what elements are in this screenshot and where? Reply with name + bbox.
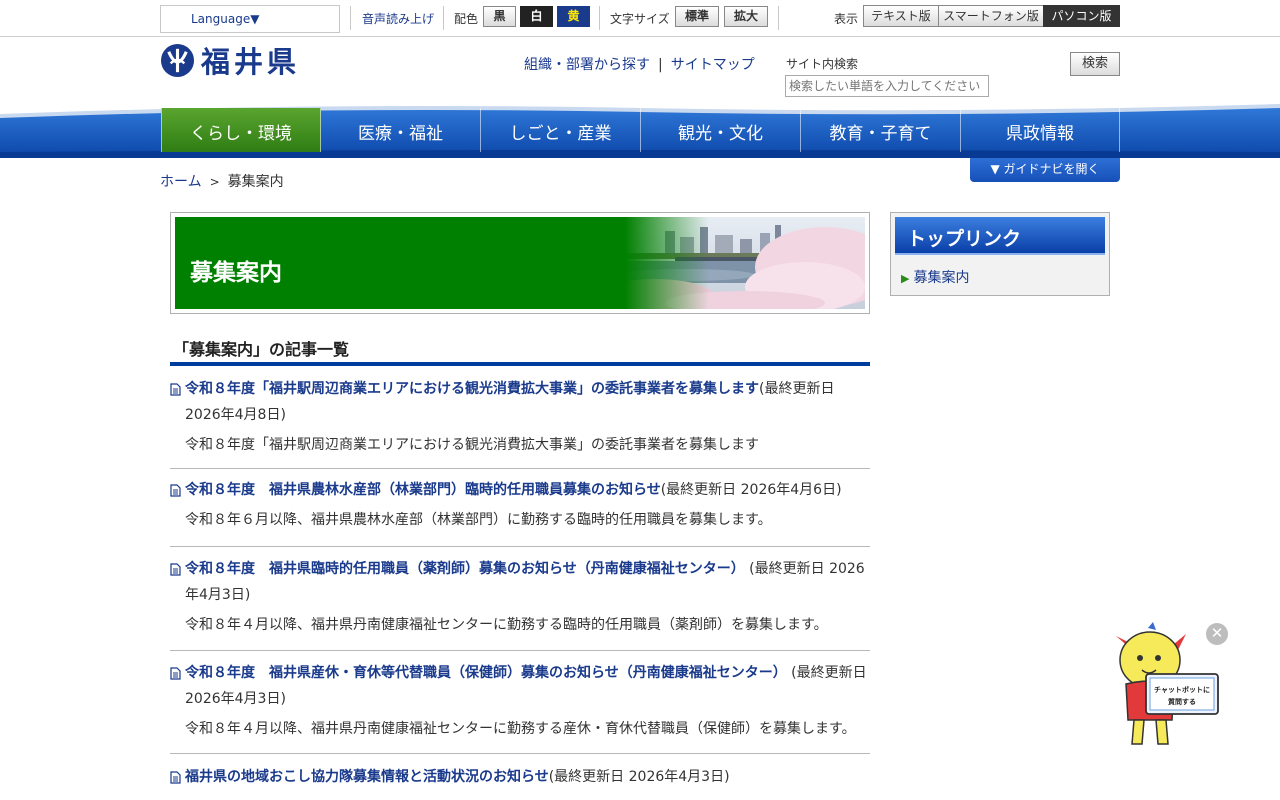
- list-item: 令和８年度 福井県臨時的任用職員（薬剤師）募集のお知らせ（丹南健康福祉センター）…: [170, 556, 870, 651]
- article-description: 令和８年４月以降、福井県丹南健康福祉センターに勤務する産休・育休代替職員（保健師…: [185, 721, 856, 737]
- article-updated-date: (最終更新日 2026年4月6日): [660, 482, 842, 498]
- text-to-speech-link[interactable]: 音声読み上げ: [362, 10, 434, 27]
- document-icon: [170, 667, 181, 680]
- article-description: 令和８年６月以降、福井県農林水産部（林業部門）に勤務する臨時的任用職員を募集しま…: [185, 512, 772, 528]
- document-icon: [170, 484, 181, 497]
- divider: [778, 6, 779, 30]
- link-separator: |: [658, 57, 663, 73]
- riverside-cherry-blossom-photo: [625, 217, 865, 309]
- article-link[interactable]: 令和８年度 福井県農林水産部（林業部門）臨時的任用職員募集のお知らせ: [185, 482, 661, 498]
- sitemap-link[interactable]: サイトマップ: [671, 57, 755, 73]
- triangle-right-icon: ▶: [901, 272, 910, 285]
- site-logo[interactable]: 福井県: [160, 42, 301, 79]
- color-yellow-button[interactable]: 黄: [557, 6, 590, 27]
- article-list-heading: 「募集案内」の記事一覧: [170, 336, 870, 366]
- list-item: 令和８年度 福井県農林水産部（林業部門）臨時的任用職員募集のお知らせ(最終更新日…: [170, 477, 870, 547]
- search-button[interactable]: 検索: [1070, 52, 1120, 76]
- color-scheme-label: 配色: [454, 12, 479, 26]
- color-white-button[interactable]: 白: [520, 6, 553, 27]
- list-item: 令和８年度 福井県産休・育休等代替職員（保健師）募集のお知らせ（丹南健康福祉セン…: [170, 660, 870, 754]
- breadcrumb-current: 募集案内: [227, 174, 284, 190]
- nav-kensei-joho[interactable]: 県政情報: [961, 108, 1120, 152]
- chatbot-close-icon[interactable]: ✕: [1206, 623, 1228, 645]
- font-size-standard-button[interactable]: 標準: [675, 6, 719, 27]
- chatbot-sign-line2: 質問する: [1168, 697, 1196, 706]
- utility-bar: Language▼ 音声読み上げ 配色 黒 白 黄 文字サイズ 標準 拡大 表示…: [0, 0, 1280, 37]
- divider: [350, 6, 351, 30]
- color-black-button[interactable]: 黒: [483, 6, 516, 27]
- article-link[interactable]: 令和８年度 福井県臨時的任用職員（薬剤師）募集のお知らせ（丹南健康福祉センター）: [185, 561, 745, 577]
- nav-kanko-bunka[interactable]: 観光・文化: [641, 108, 801, 152]
- view-smartphone-button[interactable]: スマートフォン版: [938, 5, 1044, 27]
- divider: [443, 6, 444, 30]
- list-item: 令和８年度「福井駅周辺商業エリアにおける観光消費拡大事業」の委託事業者を募集しま…: [170, 376, 870, 469]
- font-size-label: 文字サイズ: [610, 12, 670, 26]
- article-description: 令和８年度「福井駅周辺商業エリアにおける観光消費拡大事業」の委託事業者を募集しま…: [185, 437, 759, 453]
- org-search-link[interactable]: 組織・部署から探す: [524, 57, 650, 73]
- site-logo-text: 福井県: [201, 45, 301, 79]
- article-link[interactable]: 令和８年度 福井県産休・育休等代替職員（保健師）募集のお知らせ（丹南健康福祉セン…: [185, 665, 787, 681]
- document-icon: [170, 563, 181, 576]
- sidebar-item-boshu: ▶ 募集案内: [901, 267, 1105, 287]
- article-description: 令和８年４月以降、福井県丹南健康福祉センターに勤務する臨時的任用職員（薬剤師）を…: [185, 617, 828, 633]
- guide-nav-toggle-button[interactable]: ▼ ガイドナビを開く: [970, 158, 1120, 182]
- font-size-large-button[interactable]: 拡大: [724, 6, 768, 27]
- article-link[interactable]: 福井県の地域おこし協力隊募集情報と活動状況のお知らせ: [185, 769, 549, 785]
- document-icon: [170, 771, 181, 784]
- divider: [599, 6, 600, 30]
- site-search-label: サイト内検索: [786, 57, 859, 71]
- page-title: 募集案内: [190, 260, 282, 286]
- sidebar-link[interactable]: 募集案内: [913, 270, 969, 286]
- header-links: 組織・部署から探す | サイトマップ: [524, 54, 755, 74]
- article-updated-date: (最終更新日 2026年4月3日): [548, 769, 730, 785]
- nav-kurashi-kankyo[interactable]: くらし・環境: [161, 108, 321, 152]
- sidebar-toplinks: トップリンク ▶ 募集案内: [890, 212, 1110, 296]
- article-link[interactable]: 令和８年度「福井駅周辺商業エリアにおける観光消費拡大事業」の委託事業者を募集しま…: [185, 381, 759, 397]
- prefecture-emblem-icon: [160, 43, 195, 77]
- chatbot-sign-line1: チャットボットに: [1154, 685, 1210, 694]
- view-mode-label: 表示: [834, 12, 859, 26]
- document-icon: [170, 383, 181, 396]
- chatbot-mascot-icon: チャットボットに 質問する: [1116, 622, 1219, 745]
- breadcrumb-home[interactable]: ホーム: [160, 174, 202, 190]
- nav-shigoto-sangyo[interactable]: しごと・産業: [481, 108, 641, 152]
- site-search-input[interactable]: [785, 75, 989, 97]
- page-title-banner: 募集案内: [170, 212, 870, 314]
- nav-kyoiku-kosodate[interactable]: 教育・子育て: [801, 108, 961, 152]
- sidebar-heading: トップリンク: [895, 217, 1105, 255]
- chatbot-launcher[interactable]: チャットボットに 質問する: [1108, 622, 1224, 752]
- view-text-button[interactable]: テキスト版: [863, 5, 939, 27]
- list-item: 福井県の地域おこし協力隊募集情報と活動状況のお知らせ(最終更新日 2026年4月…: [170, 764, 870, 800]
- breadcrumb: ホーム > 募集案内: [160, 171, 284, 191]
- language-select[interactable]: Language▼: [160, 5, 340, 33]
- view-pc-button[interactable]: パソコン版: [1043, 5, 1120, 27]
- breadcrumb-separator: >: [209, 175, 220, 189]
- nav-iryo-fukushi[interactable]: 医療・福祉: [321, 108, 481, 152]
